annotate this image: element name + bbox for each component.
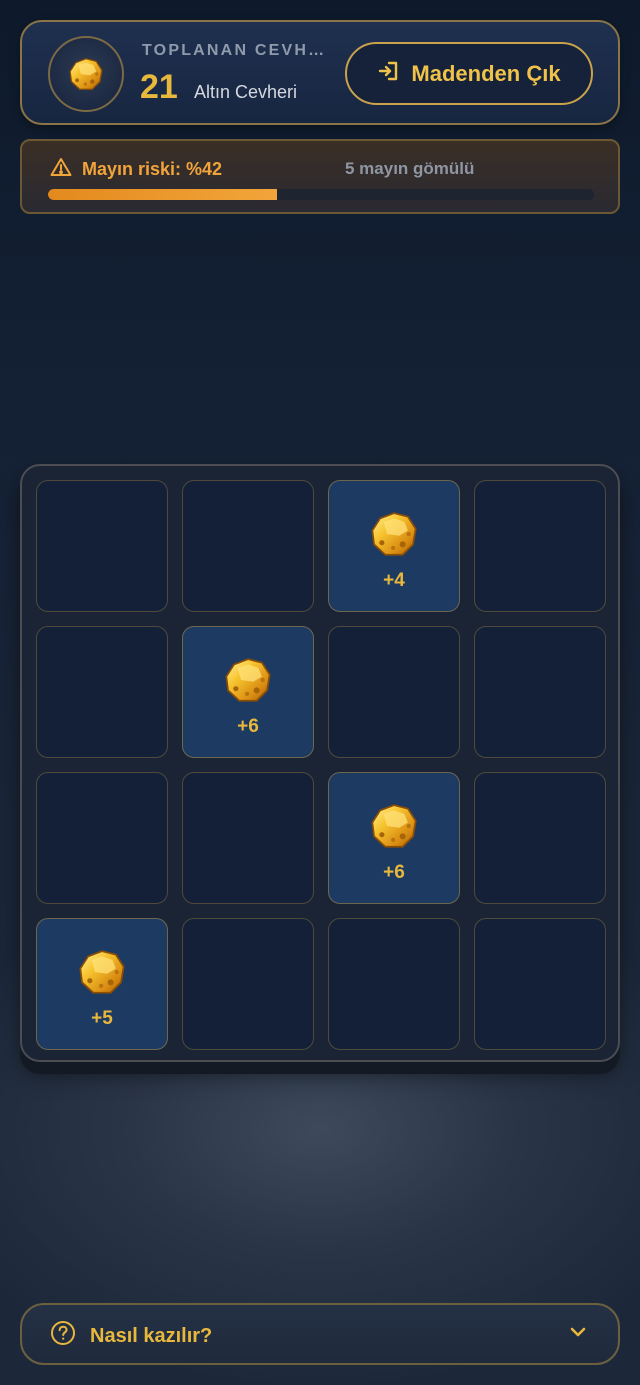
hidden-tile[interactable]: [474, 626, 606, 758]
hidden-tile[interactable]: [182, 918, 314, 1050]
how-to-dig-label: Nasıl kazılır?: [90, 1324, 213, 1347]
hidden-tile[interactable]: [36, 772, 168, 904]
hidden-tile[interactable]: [182, 772, 314, 904]
ore-gain: +6: [383, 861, 405, 883]
hidden-tile[interactable]: [36, 626, 168, 758]
ore-gain: +6: [237, 715, 259, 737]
hidden-tile[interactable]: [36, 480, 168, 612]
ore-gain: +4: [383, 569, 405, 591]
ore-count: 21: [140, 68, 178, 106]
risk-progress-fill: [48, 189, 278, 200]
risk-progress-bar: [48, 189, 594, 200]
question-circle-icon: [50, 1320, 76, 1352]
gold-nugget-icon: [368, 501, 420, 564]
hidden-tile[interactable]: [474, 918, 606, 1050]
collected-ore-panel: TOPLANAN CEVH… 21 Altın Cevheri Madenden…: [20, 20, 620, 125]
hidden-tile[interactable]: [182, 480, 314, 612]
ore-gain: +5: [91, 1007, 113, 1029]
revealed-ore-tile[interactable]: +4: [328, 480, 460, 612]
gold-nugget-icon: [222, 647, 274, 710]
revealed-ore-tile[interactable]: +6: [328, 772, 460, 904]
how-to-dig-accordion[interactable]: Nasıl kazılır?: [20, 1303, 620, 1365]
hidden-tile[interactable]: [474, 480, 606, 612]
exit-door-icon: [377, 60, 399, 88]
collected-label: TOPLANAN CEVH…: [142, 42, 327, 59]
risk-label: Mayın riski: %42: [82, 159, 223, 179]
revealed-ore-tile[interactable]: +5: [36, 918, 168, 1050]
risk-title: Mayın riski: %42: [50, 157, 222, 182]
gold-nugget-icon: [48, 36, 124, 112]
exit-mine-button[interactable]: Madenden Çık: [345, 42, 593, 105]
hidden-tile[interactable]: [328, 918, 460, 1050]
hidden-tile[interactable]: [474, 772, 606, 904]
revealed-ore-tile[interactable]: +6: [182, 626, 314, 758]
warning-triangle-icon: [50, 157, 72, 182]
ore-unit: Altın Cevheri: [194, 82, 298, 102]
how-to-dig-title: Nasıl kazılır?: [50, 1320, 212, 1352]
exit-mine-label: Madenden Çık: [411, 60, 561, 86]
chevron-down-icon: [568, 1325, 588, 1344]
gold-nugget-icon: [368, 793, 420, 856]
mine-grid: +4 +6 +6 +5: [20, 464, 620, 1062]
gold-nugget-icon: [76, 939, 128, 1002]
hidden-tile[interactable]: [328, 626, 460, 758]
buried-mines-count: 5 mayın gömülü: [345, 159, 475, 178]
mine-risk-panel: Mayın riski: %42 5 mayın gömülü: [20, 139, 620, 214]
